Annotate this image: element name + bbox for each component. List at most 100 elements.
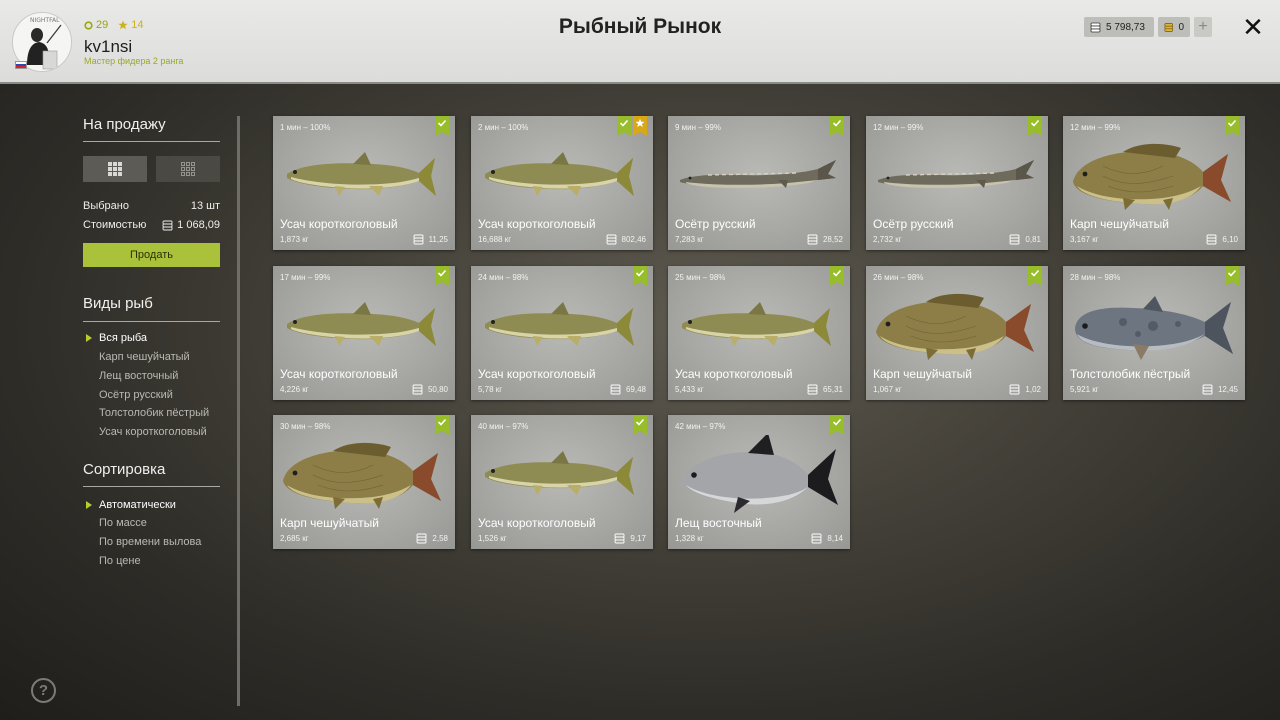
- coins-icon: [614, 533, 625, 544]
- cost-label: Стоимостью: [83, 219, 147, 231]
- species-filter-bream[interactable]: Лещ восточный: [99, 370, 178, 382]
- fish-card[interactable]: 28 мин – 98% Толстолобик пёстрый 5,921 к…: [1063, 266, 1245, 400]
- catch-time: 28 мин – 98%: [1070, 273, 1121, 282]
- selected-arrow-icon: [86, 334, 92, 342]
- species-filter-all[interactable]: Вся рыба: [99, 332, 147, 344]
- check-icon: [1227, 269, 1237, 277]
- fish-weight: 5,78 кг: [478, 385, 503, 394]
- selected-check-marker[interactable]: [633, 415, 647, 435]
- help-button[interactable]: ?: [31, 678, 56, 703]
- fish-name: Карп чешуйчатый: [1070, 217, 1169, 231]
- selected-check-marker[interactable]: [1225, 116, 1239, 136]
- fish-image: [471, 435, 653, 517]
- fish-price: 69,48: [610, 384, 646, 395]
- fish-card[interactable]: 2 мин – 100% Усач короткоголовый 16,688 …: [471, 116, 653, 250]
- sort-by-mass[interactable]: По массе: [99, 517, 147, 529]
- fish-price-value: 50,80: [427, 385, 448, 394]
- fish-card[interactable]: 26 мин – 98% Карп чешуйчатый 1,067 кг 1,…: [866, 266, 1048, 400]
- favorite-marker[interactable]: [633, 116, 647, 136]
- fish-price-value: 28,52: [822, 235, 843, 244]
- fish-card[interactable]: 30 мин – 98% Карп чешуйчатый 2,685 кг 2,…: [273, 415, 455, 549]
- fish-card[interactable]: 17 мин – 99% Усач короткоголовый 4,226 к…: [273, 266, 455, 400]
- sale-heading: На продажу: [83, 116, 166, 133]
- fish-weight: 4,226 кг: [280, 385, 309, 394]
- sort-by-catch-time[interactable]: По времени вылова: [99, 536, 201, 548]
- selected-count: 13 шт: [190, 200, 220, 212]
- fish-card[interactable]: 40 мин – 97% Усач короткоголовый 1,526 к…: [471, 415, 653, 549]
- sell-button[interactable]: Продать: [83, 243, 220, 267]
- sort-auto[interactable]: Автоматически: [99, 499, 176, 511]
- sort-by-price[interactable]: По цене: [99, 555, 141, 567]
- fish-card[interactable]: 25 мин – 98% Усач короткоголовый 5,433 к…: [668, 266, 850, 400]
- selected-check-marker[interactable]: [1028, 266, 1042, 286]
- species-filter-bighead[interactable]: Толстолобик пёстрый: [99, 407, 209, 419]
- fish-price: 0,81: [1009, 234, 1041, 245]
- selected-check-marker[interactable]: [633, 266, 647, 286]
- fish-name: Осётр русский: [675, 217, 756, 231]
- catch-time: 12 мин – 99%: [873, 123, 924, 132]
- gold-value: 0: [1178, 21, 1184, 33]
- fish-weight: 1,526 кг: [478, 534, 507, 543]
- selected-check-marker[interactable]: [830, 116, 844, 136]
- fish-price-value: 8,14: [827, 534, 843, 543]
- selected-check-marker[interactable]: [1225, 266, 1239, 286]
- fish-weight: 2,732 кг: [873, 235, 902, 244]
- selected-check-marker[interactable]: [435, 415, 449, 435]
- fish-card[interactable]: 42 мин – 97% Лещ восточный 1,328 кг 8,14: [668, 415, 850, 549]
- selected-check-marker[interactable]: [830, 415, 844, 435]
- species-filter-sturgeon[interactable]: Осётр русский: [99, 389, 173, 401]
- silver-balance: 5 798,73: [1084, 17, 1154, 37]
- small-grid-view-button[interactable]: [156, 156, 220, 182]
- check-icon: [1030, 269, 1040, 277]
- coins-icon: [1090, 22, 1101, 32]
- fish-price: 6,10: [1206, 234, 1238, 245]
- selected-check-marker[interactable]: [435, 116, 449, 136]
- top-bar: NIGHTFAL 29 14 kv1nsi Мастер фидера 2 ра…: [0, 0, 1280, 84]
- selected-check-marker[interactable]: [435, 266, 449, 286]
- fish-card[interactable]: 12 мин – 99% Карп чешуйчатый 3,167 кг 6,…: [1063, 116, 1245, 250]
- check-icon: [635, 418, 645, 426]
- fish-name: Усач короткоголовый: [478, 367, 596, 381]
- fish-price-value: 9,17: [630, 534, 646, 543]
- fish-price: 11,25: [413, 234, 448, 245]
- cost-value: 1 068,09: [162, 219, 220, 231]
- fish-card[interactable]: 24 мин – 98% Усач короткоголовый 5,78 кг…: [471, 266, 653, 400]
- fish-weight: 7,283 кг: [675, 235, 704, 244]
- fish-image: [668, 136, 850, 218]
- species-filter-barbel[interactable]: Усач короткоголовый: [99, 426, 207, 438]
- species-filter-carp[interactable]: Карп чешуйчатый: [99, 351, 190, 363]
- fish-image: [471, 286, 653, 368]
- coins-icon: [1009, 234, 1020, 245]
- selected-check-marker[interactable]: [617, 116, 631, 136]
- fish-price-value: 69,48: [625, 385, 646, 394]
- fish-weight: 3,167 кг: [1070, 235, 1099, 244]
- selected-check-marker[interactable]: [830, 266, 844, 286]
- fish-image: [273, 435, 455, 517]
- fish-image: [866, 286, 1048, 368]
- catch-time: 9 мин – 99%: [675, 123, 721, 132]
- fish-card[interactable]: 9 мин – 99% Осётр русский 7,283 кг 28,52: [668, 116, 850, 250]
- fish-card[interactable]: 12 мин – 99% Осётр русский 2,732 кг 0,81: [866, 116, 1048, 250]
- fish-name: Осётр русский: [873, 217, 954, 231]
- gold-balance: 0: [1158, 17, 1190, 37]
- catch-time: 12 мин – 99%: [1070, 123, 1121, 132]
- player-stats: 29 14: [84, 19, 144, 31]
- catch-time: 17 мин – 99%: [280, 273, 331, 282]
- stars-stat: 14: [118, 19, 144, 31]
- large-grid-view-button[interactable]: [83, 156, 147, 182]
- fish-price-value: 802,46: [621, 235, 646, 244]
- fish-price: 1,02: [1009, 384, 1041, 395]
- stars-value: 14: [131, 19, 144, 31]
- catch-time: 42 мин – 97%: [675, 422, 726, 431]
- fish-price: 65,31: [807, 384, 843, 395]
- add-gold-button[interactable]: +: [1194, 17, 1212, 37]
- divider: [83, 486, 220, 487]
- coins-icon: [807, 384, 818, 395]
- check-icon: [437, 119, 447, 127]
- fish-weight: 16,688 кг: [478, 235, 512, 244]
- selected-check-marker[interactable]: [1028, 116, 1042, 136]
- catch-time: 26 мин – 98%: [873, 273, 924, 282]
- fish-card[interactable]: 1 мин – 100% Усач короткоголовый 1,873 к…: [273, 116, 455, 250]
- level-value: 29: [96, 19, 109, 31]
- close-button[interactable]: ✕: [1241, 14, 1265, 40]
